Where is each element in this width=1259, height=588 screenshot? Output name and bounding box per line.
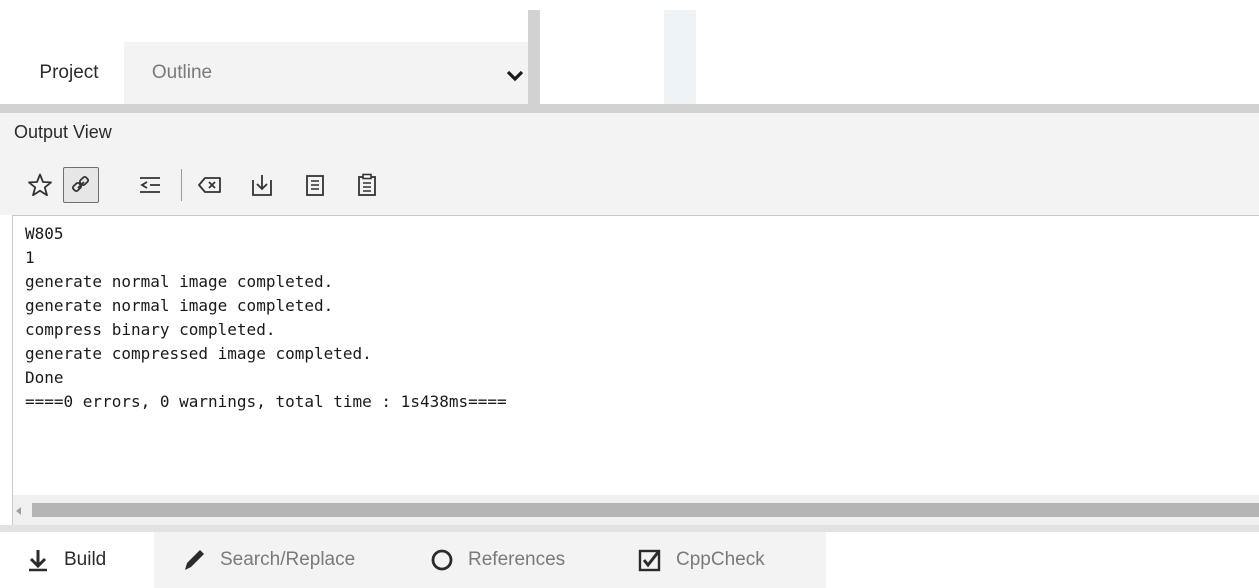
console-line: generate compressed image completed. bbox=[25, 344, 372, 363]
output-console[interactable]: W805 1 generate normal image completed. gen… bbox=[12, 215, 1259, 495]
star-icon bbox=[28, 173, 52, 197]
toolbar-separator bbox=[181, 169, 182, 201]
download-icon bbox=[252, 175, 272, 196]
pencil-icon bbox=[182, 548, 206, 572]
console-line: generate normal image completed. bbox=[25, 272, 334, 291]
tab-references-label: References bbox=[468, 549, 566, 570]
bottom-separator bbox=[0, 525, 1259, 532]
link-button[interactable] bbox=[63, 167, 99, 203]
tab-cppcheck[interactable]: CppCheck bbox=[638, 532, 765, 588]
download-arrow-icon bbox=[26, 548, 50, 572]
console-line: generate normal image completed. bbox=[25, 296, 334, 315]
copy-icon bbox=[306, 175, 324, 196]
chevron-down-icon[interactable] bbox=[505, 68, 525, 84]
tab-search-replace[interactable]: Search/Replace bbox=[182, 532, 355, 588]
clear-icon bbox=[198, 177, 221, 193]
copy-button[interactable] bbox=[297, 167, 333, 203]
paste-icon bbox=[358, 173, 376, 196]
tab-build[interactable]: Build bbox=[0, 532, 154, 588]
tab-outline-label: Outline bbox=[151, 62, 213, 83]
vertical-splitter[interactable] bbox=[528, 10, 540, 104]
console-line: 1 bbox=[25, 248, 35, 267]
horizontal-splitter[interactable] bbox=[0, 104, 1259, 113]
tab-project-label: Project bbox=[39, 62, 99, 83]
output-view-panel bbox=[0, 113, 1259, 215]
tab-project[interactable]: Project bbox=[16, 42, 122, 104]
tab-outline[interactable]: Outline bbox=[124, 42, 240, 104]
tab-build-label: Build bbox=[64, 549, 107, 570]
app-window: Project Outline Output View W805 1 gener… bbox=[0, 0, 1259, 588]
console-line: ====0 errors, 0 warnings, total time : 1… bbox=[25, 392, 507, 411]
wrap-lines-button[interactable] bbox=[132, 167, 168, 203]
right-panel-strip bbox=[664, 10, 696, 104]
link-icon bbox=[71, 175, 90, 193]
star-button[interactable] bbox=[22, 167, 58, 203]
tab-references[interactable]: References bbox=[430, 532, 565, 588]
wrap-lines-icon bbox=[140, 177, 160, 193]
bottom-tab-bar-empty bbox=[826, 532, 1259, 588]
console-line: compress binary completed. bbox=[25, 320, 276, 339]
scrollbar-thumb[interactable] bbox=[32, 503, 1259, 517]
circle-icon bbox=[430, 548, 454, 572]
scroll-left-icon[interactable] bbox=[12, 504, 26, 518]
console-line: W805 bbox=[25, 224, 64, 243]
paste-button[interactable] bbox=[349, 167, 385, 203]
output-view-title: Output View bbox=[14, 122, 112, 142]
console-line: Done bbox=[25, 368, 64, 387]
download-button[interactable] bbox=[244, 167, 280, 203]
clear-button[interactable] bbox=[192, 167, 228, 203]
tab-search-replace-label: Search/Replace bbox=[220, 549, 356, 570]
tab-dropdown-area[interactable] bbox=[240, 42, 528, 104]
tab-cppcheck-label: CppCheck bbox=[676, 549, 765, 570]
checkbox-icon bbox=[638, 548, 662, 572]
